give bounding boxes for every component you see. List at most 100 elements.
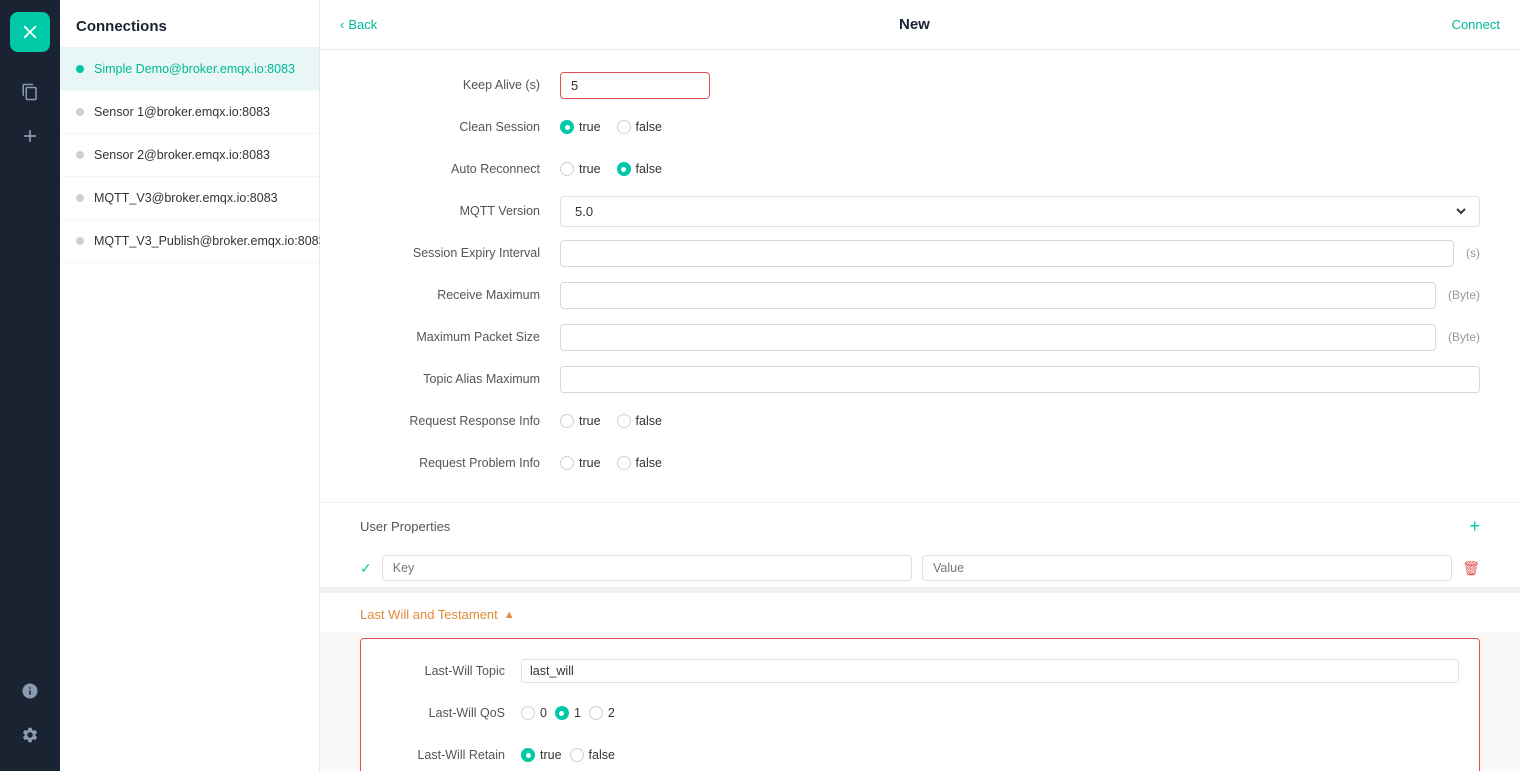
max-packet-input[interactable]: [560, 324, 1436, 351]
last-will-header: Last Will and Testament ▲: [320, 587, 1520, 632]
lw-topic-label: Last-Will Topic: [381, 664, 521, 678]
mqtt-version-select[interactable]: 5.0 3.1.1 3.1: [571, 203, 1469, 220]
connect-button[interactable]: Connect: [1452, 17, 1500, 32]
lw-topic-control: [521, 659, 1459, 683]
keep-alive-label: Keep Alive (s): [360, 78, 560, 92]
kv-value-input[interactable]: [922, 555, 1452, 581]
connections-header: Connections: [60, 0, 319, 48]
session-expiry-unit: (s): [1466, 246, 1480, 260]
last-will-title: Last Will and Testament: [360, 607, 498, 622]
copy-icon-btn[interactable]: [10, 72, 50, 112]
request-problem-false-option[interactable]: false: [617, 456, 662, 470]
lw-qos-0-radio[interactable]: [521, 706, 535, 720]
clean-session-true-radio[interactable]: [560, 120, 574, 134]
request-response-false-option[interactable]: false: [617, 414, 662, 428]
connection-item-mqtt-v3[interactable]: MQTT_V3@broker.emqx.io:8083: [60, 177, 319, 220]
clean-session-false-label: false: [636, 120, 662, 134]
lw-qos-1-radio[interactable]: [555, 706, 569, 720]
user-properties-title: User Properties: [360, 519, 450, 534]
request-response-true-label: true: [579, 414, 601, 428]
lw-qos-0-option[interactable]: 0: [521, 706, 547, 720]
topic-alias-input[interactable]: [560, 366, 1480, 393]
request-response-control: true false: [560, 414, 1480, 428]
lw-retain-false-radio[interactable]: [570, 748, 584, 762]
app-logo[interactable]: [10, 12, 50, 52]
chevron-left-icon: ‹: [340, 17, 344, 32]
clean-session-false-option[interactable]: false: [617, 120, 662, 134]
settings-icon: [21, 726, 39, 744]
session-expiry-input[interactable]: [560, 240, 1454, 267]
lw-qos-0-label: 0: [540, 706, 547, 720]
lw-qos-2-option[interactable]: 2: [589, 706, 615, 720]
request-problem-true-label: true: [579, 456, 601, 470]
info-icon: [21, 682, 39, 700]
top-bar: ‹ Back New Connect: [320, 0, 1520, 50]
connection-item-sensor1[interactable]: Sensor 1@broker.emqx.io:8083: [60, 91, 319, 134]
clean-session-true-option[interactable]: true: [560, 120, 601, 134]
request-response-row: Request Response Info true false: [360, 402, 1480, 440]
info-icon-btn[interactable]: [10, 671, 50, 711]
connection-label: MQTT_V3_Publish@broker.emqx.io:8083: [94, 234, 326, 248]
lw-retain-label: Last-Will Retain: [381, 748, 521, 762]
back-button[interactable]: ‹ Back: [340, 17, 377, 32]
connection-item-mqtt-v3-pub[interactable]: MQTT_V3_Publish@broker.emqx.io:8083: [60, 220, 319, 263]
lw-topic-input[interactable]: [521, 659, 1459, 683]
connection-status-dot: [76, 151, 84, 159]
auto-reconnect-true-option[interactable]: true: [560, 162, 601, 176]
user-property-row: ✓ 🗑: [320, 549, 1520, 587]
request-problem-false-radio[interactable]: [617, 456, 631, 470]
lw-qos-2-radio[interactable]: [589, 706, 603, 720]
auto-reconnect-true-label: true: [579, 162, 601, 176]
add-user-property-button[interactable]: +: [1469, 517, 1480, 535]
kv-key-input[interactable]: [382, 555, 912, 581]
lw-qos-1-option[interactable]: 1: [555, 706, 581, 720]
lw-qos-row: Last-Will QoS 0 1 2: [381, 695, 1459, 731]
auto-reconnect-label: Auto Reconnect: [360, 162, 560, 176]
request-response-true-radio[interactable]: [560, 414, 574, 428]
lw-retain-control: true false: [521, 748, 1459, 762]
request-problem-false-label: false: [636, 456, 662, 470]
request-response-false-radio[interactable]: [617, 414, 631, 428]
request-problem-true-radio[interactable]: [560, 456, 574, 470]
back-label: Back: [348, 17, 377, 32]
auto-reconnect-row: Auto Reconnect true false: [360, 150, 1480, 188]
auto-reconnect-false-option[interactable]: false: [617, 162, 662, 176]
last-will-chevron-icon[interactable]: ▲: [504, 609, 515, 621]
clean-session-false-radio[interactable]: [617, 120, 631, 134]
auto-reconnect-false-label: false: [636, 162, 662, 176]
connection-label: Sensor 2@broker.emqx.io:8083: [94, 148, 270, 162]
request-response-false-label: false: [636, 414, 662, 428]
kv-check-icon: ✓: [360, 560, 372, 577]
topic-alias-row: Topic Alias Maximum: [360, 360, 1480, 398]
lw-retain-false-option[interactable]: false: [570, 748, 615, 762]
request-problem-control: true false: [560, 456, 1480, 470]
connection-item-sensor2[interactable]: Sensor 2@broker.emqx.io:8083: [60, 134, 319, 177]
topic-alias-label: Topic Alias Maximum: [360, 372, 560, 386]
receive-max-input[interactable]: [560, 282, 1436, 309]
add-icon-btn[interactable]: [10, 116, 50, 156]
lw-qos-1-label: 1: [574, 706, 581, 720]
keep-alive-control: [560, 72, 1480, 99]
main-content: ‹ Back New Connect Keep Alive (s) Clean …: [320, 0, 1520, 771]
lw-qos-2-label: 2: [608, 706, 615, 720]
settings-icon-btn[interactable]: [10, 715, 50, 755]
request-problem-true-option[interactable]: true: [560, 456, 601, 470]
copy-icon: [21, 83, 39, 101]
sidebar-icons: [0, 0, 60, 771]
connection-label: Sensor 1@broker.emqx.io:8083: [94, 105, 270, 119]
session-expiry-control: (s): [560, 240, 1480, 267]
session-expiry-label: Session Expiry Interval: [360, 246, 560, 260]
kv-delete-icon[interactable]: 🗑: [1462, 560, 1480, 577]
mqtt-version-select-wrapper[interactable]: 5.0 3.1.1 3.1: [560, 196, 1480, 227]
request-response-true-option[interactable]: true: [560, 414, 601, 428]
connection-label: MQTT_V3@broker.emqx.io:8083: [94, 191, 278, 205]
receive-max-row: Receive Maximum (Byte): [360, 276, 1480, 314]
auto-reconnect-true-radio[interactable]: [560, 162, 574, 176]
lw-retain-true-radio[interactable]: [521, 748, 535, 762]
lw-retain-true-option[interactable]: true: [521, 748, 562, 762]
connection-item-simple-demo[interactable]: Simple Demo@broker.emqx.io:8083: [60, 48, 319, 91]
keep-alive-input[interactable]: [560, 72, 710, 99]
auto-reconnect-false-radio[interactable]: [617, 162, 631, 176]
receive-max-label: Receive Maximum: [360, 288, 560, 302]
request-problem-row: Request Problem Info true false: [360, 444, 1480, 482]
